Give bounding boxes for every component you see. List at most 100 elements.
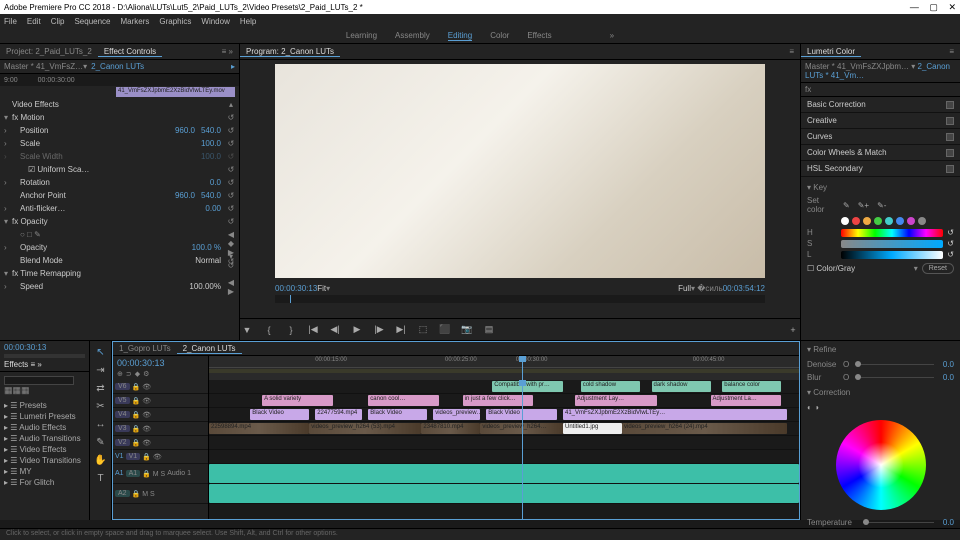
clip-v6-4[interactable]: balance color	[722, 381, 781, 392]
clip-v5-1[interactable]: A solid variety	[262, 395, 333, 406]
close-icon[interactable]: ✕	[948, 2, 956, 12]
menu-edit[interactable]: Edit	[27, 17, 41, 26]
prop-scale[interactable]: Scale	[12, 139, 201, 148]
dropdown-icon[interactable]: ▾	[83, 62, 87, 71]
export-frame-icon[interactable]: 📷	[460, 323, 474, 337]
minimize-icon[interactable]: —	[910, 2, 919, 12]
track-a1-tag[interactable]: A1	[126, 470, 141, 477]
clip-v4-4[interactable]: videos_preview…	[433, 409, 480, 420]
track-v6-tag[interactable]: V6	[115, 383, 130, 390]
lumetri-basic[interactable]: Basic Correction	[807, 100, 866, 109]
clip-v3-5[interactable]: Untitled1.jpg	[563, 423, 622, 434]
track-select-tool-icon[interactable]: ⇥	[94, 363, 108, 377]
timeline-tc[interactable]: 00:00:30:13	[117, 358, 204, 368]
effects-lumetri-presets[interactable]: ▸ ☰ Lumetri Presets	[0, 411, 89, 422]
temperature-slider[interactable]	[863, 522, 934, 523]
clip-v3-1[interactable]: 22598894.mp4	[209, 423, 309, 434]
timeline-tab-gopro[interactable]: 1_Gopro LUTs	[113, 344, 177, 353]
lumetri-hsl[interactable]: HSL Secondary	[807, 164, 863, 173]
menu-graphics[interactable]: Graphics	[159, 17, 191, 26]
workspace-color[interactable]: Color	[490, 31, 509, 40]
timeline-tab-canon[interactable]: 2_Canon LUTs	[177, 344, 242, 354]
effects-video-transitions[interactable]: ▸ ☰ Video Transitions	[0, 455, 89, 466]
effects-video-effects[interactable]: ▸ ☰ Video Effects	[0, 444, 89, 455]
track-v1-tag[interactable]: V1	[126, 453, 141, 460]
tab-project[interactable]: Project: 2_Paid_LUTs_2	[0, 47, 98, 56]
hsl-color-swatches[interactable]	[841, 217, 954, 225]
lumetri-curves[interactable]: Curves	[807, 132, 832, 141]
tab-effect-controls[interactable]: Effect Controls	[98, 47, 162, 57]
lumetri-wheels[interactable]: Color Wheels & Match	[807, 148, 887, 157]
clip-v4-6[interactable]: 41_VmFsZXJpbmE2XzBidVlwLTEy…	[563, 409, 787, 420]
blur-slider[interactable]	[855, 377, 934, 378]
prop-opacity[interactable]: Opacity	[12, 243, 192, 252]
menu-clip[interactable]: Clip	[51, 17, 65, 26]
menu-help[interactable]: Help	[240, 17, 256, 26]
type-tool-icon[interactable]: T	[94, 471, 108, 485]
eyedropper-add-icon[interactable]: ✎+	[858, 201, 869, 210]
razor-tool-icon[interactable]: ✂	[94, 399, 108, 413]
blend-value[interactable]: Normal	[195, 256, 221, 265]
position-x[interactable]: 960.0	[175, 126, 195, 135]
clip-a1[interactable]	[209, 464, 799, 483]
add-marker-icon[interactable]: ▼	[240, 323, 254, 337]
blur-value[interactable]: 0.0	[940, 373, 954, 382]
pen-tool-icon[interactable]: ✎	[94, 435, 108, 449]
kf-nav-icon[interactable]: ▸	[231, 62, 235, 71]
temperature-value[interactable]: 0.0	[940, 518, 954, 527]
selection-tool-icon[interactable]: ↖	[94, 345, 108, 359]
hsl-s-reset-icon[interactable]: ↺	[947, 239, 954, 248]
anchor-x[interactable]: 960.0	[175, 191, 195, 200]
hsl-toggle[interactable]	[946, 165, 954, 173]
track-a2-tag[interactable]: A2	[115, 490, 130, 497]
sequence-link[interactable]: 2_Canon LUTs	[91, 62, 144, 71]
clip-v4-3[interactable]: Black Video	[368, 409, 427, 420]
timeline-ruler[interactable]: 00:00:15:00 00:00:25:00 00:00:30:00 00:0…	[209, 356, 799, 368]
extract-icon[interactable]: ⬛	[438, 323, 452, 337]
prop-antiflicker[interactable]: Anti-flicker…	[12, 204, 205, 213]
hand-tool-icon[interactable]: ✋	[94, 453, 108, 467]
tab-program[interactable]: Program: 2_Canon LUTs	[240, 47, 340, 57]
panel-menu-icon[interactable]: ≡	[943, 47, 960, 56]
opacity-value[interactable]: 100.0 %	[192, 243, 221, 252]
track-v4-tag[interactable]: V4	[115, 411, 130, 418]
eyedropper-icon[interactable]: ✎	[843, 201, 850, 210]
denoise-value[interactable]: 0.0	[940, 360, 954, 369]
effects-search-input[interactable]	[4, 376, 74, 385]
clip-v3-6[interactable]: videos_preview_h264 (24).mp4	[622, 423, 787, 434]
position-y[interactable]: 540.0	[201, 126, 221, 135]
tl-snap-icon[interactable]: ⊕	[117, 370, 123, 378]
timeline-playhead[interactable]	[522, 356, 523, 380]
effects-my[interactable]: ▸ ☰ MY	[0, 466, 89, 477]
denoise-slider[interactable]	[855, 364, 934, 365]
effects-glitch[interactable]: ▸ ☰ For Glitch	[0, 477, 89, 488]
menu-markers[interactable]: Markers	[121, 17, 150, 26]
timeline-area[interactable]: Compatible with pr… cold shadow dark sha…	[209, 380, 799, 519]
clip-v6-3[interactable]: dark shadow	[652, 381, 711, 392]
program-monitor[interactable]	[275, 64, 765, 278]
eyedropper-sub-icon[interactable]: ✎-	[877, 201, 886, 210]
prop-position[interactable]: Position	[12, 126, 175, 135]
hsl-h-slider[interactable]	[841, 229, 943, 237]
clip-v3-2[interactable]: videos_preview_h264 (53).mp4	[309, 423, 421, 434]
workspace-assembly[interactable]: Assembly	[395, 31, 430, 40]
effects-filter-icon[interactable]: ▦▦▦	[4, 385, 30, 395]
creative-toggle[interactable]	[946, 117, 954, 125]
button-editor-icon[interactable]: +	[786, 323, 800, 337]
ec-mini-tc[interactable]: 00:00:30:13	[0, 341, 89, 354]
tl-marker-icon[interactable]: ◆	[135, 370, 140, 378]
clip-v5-3[interactable]: in just a few click…	[463, 395, 534, 406]
clip-v5-4[interactable]: Adjustment Lay…	[575, 395, 658, 406]
resolution-full[interactable]: Full	[678, 284, 691, 293]
go-in-icon[interactable]: |◀	[306, 323, 320, 337]
workspace-effects[interactable]: Effects	[527, 31, 551, 40]
mark-in-icon[interactable]: {	[262, 323, 276, 337]
menu-file[interactable]: File	[4, 17, 17, 26]
lumetri-creative[interactable]: Creative	[807, 116, 837, 125]
program-scrubber[interactable]	[275, 295, 765, 303]
step-back-icon[interactable]: ◀|	[328, 323, 342, 337]
lift-icon[interactable]: ⬚	[416, 323, 430, 337]
effects-audio-effects[interactable]: ▸ ☰ Audio Effects	[0, 422, 89, 433]
step-fwd-icon[interactable]: |▶	[372, 323, 386, 337]
scale-value[interactable]: 100.0	[201, 139, 221, 148]
